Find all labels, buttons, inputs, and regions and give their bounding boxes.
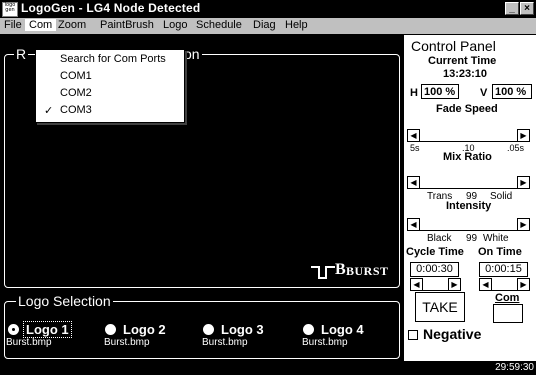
logo-1-file: Burst.bmp — [6, 337, 52, 348]
radio-icon — [105, 324, 116, 335]
slider-track — [492, 290, 517, 291]
logo-selection-title: Logo Selection — [16, 293, 113, 309]
cycle-time-right-arrow-icon[interactable]: ▶ — [448, 278, 461, 291]
menu-logo[interactable]: Logo — [163, 19, 187, 31]
negative-checkbox[interactable] — [408, 330, 418, 340]
cycle-time-spinner[interactable]: ◀ ▶ — [410, 278, 461, 291]
on-time-spinner[interactable]: ◀ ▶ — [479, 278, 530, 291]
slider-track — [423, 290, 448, 291]
mix-ratio-left-arrow-icon[interactable]: ◀ — [407, 176, 420, 189]
menu-item-search-com-ports[interactable]: Search for Com Ports — [60, 53, 166, 65]
current-time-label: Current Time — [428, 55, 497, 67]
radio-icon — [203, 324, 214, 335]
com-label: Com — [495, 292, 520, 304]
logo-2-file: Burst.bmp — [104, 337, 150, 348]
mix-ratio-right-arrow-icon[interactable]: ▶ — [517, 176, 530, 189]
mix-ratio-label: Mix Ratio — [443, 151, 492, 163]
com-dropdown-menu: Search for Com Ports COM1 COM2 ✓ COM3 — [35, 49, 185, 123]
take-button[interactable]: TAKE — [415, 292, 465, 322]
fade-speed-tick-max: .05s — [507, 143, 525, 153]
menu-item-com1[interactable]: COM1 — [60, 70, 92, 82]
menu-schedule[interactable]: Schedule — [196, 19, 242, 31]
intensity-right-text: White — [483, 233, 509, 244]
intensity-slider[interactable]: ◀ ▶ — [407, 218, 530, 231]
control-panel-title: Control Panel — [411, 38, 496, 54]
menu-file[interactable]: File — [4, 19, 22, 31]
intensity-label: Intensity — [446, 200, 492, 212]
h-label: H — [410, 87, 418, 99]
window-title: LogoGen - LG4 Node Detected — [21, 1, 201, 15]
title-bar: logo gen LogoGen - LG4 Node Detected _ × — [0, 0, 536, 18]
v-value: 100 — [495, 86, 514, 98]
cycle-time-left-arrow-icon[interactable]: ◀ — [410, 278, 423, 291]
status-bar: 29:59:30 — [403, 361, 536, 375]
current-time-value: 13:23:10 — [443, 68, 488, 80]
negative-label: Negative — [423, 326, 482, 342]
on-time-field[interactable]: 0:00:15 — [479, 262, 528, 277]
logo-1-label: Logo 1 — [23, 321, 72, 338]
logo-4-label: Logo 4 — [321, 322, 364, 337]
menu-diag[interactable]: Diag — [253, 19, 276, 31]
com-indicator[interactable] — [493, 304, 523, 323]
h-value: 100 — [424, 86, 443, 98]
burst-logo-mark-icon — [311, 266, 335, 279]
v-unit: % — [516, 86, 527, 98]
minimize-button[interactable]: _ — [505, 2, 519, 15]
logo-3-file: Burst.bmp — [202, 337, 248, 348]
intensity-left-text: Black — [427, 233, 452, 244]
burst-logo-initial: B — [335, 261, 346, 278]
intensity-left-arrow-icon[interactable]: ◀ — [407, 218, 420, 231]
fade-speed-tick-min: 5s — [410, 143, 420, 153]
on-time-left-arrow-icon[interactable]: ◀ — [479, 278, 492, 291]
slider-track — [420, 188, 517, 189]
mix-ratio-slider[interactable]: ◀ ▶ — [407, 176, 530, 189]
status-clock: 29:59:30 — [495, 362, 534, 373]
cycle-time-field[interactable]: 0:00:30 — [410, 262, 459, 277]
burst-logo-text: BURST — [346, 264, 389, 278]
close-button[interactable]: × — [520, 2, 534, 15]
menu-paintbrush[interactable]: PaintBrush — [100, 19, 154, 31]
v-scale-field[interactable]: 100 % — [492, 84, 532, 99]
on-time-right-arrow-icon[interactable]: ▶ — [517, 278, 530, 291]
radio-selected-icon — [8, 324, 19, 335]
preview-title-left: R — [14, 46, 29, 62]
fade-speed-right-arrow-icon[interactable]: ▶ — [517, 129, 530, 142]
mix-ratio-right-text: Solid — [490, 191, 513, 202]
intensity-right-arrow-icon[interactable]: ▶ — [517, 218, 530, 231]
intensity-value: 99 — [466, 233, 478, 244]
fade-speed-slider[interactable]: ◀ ▶ — [407, 129, 530, 142]
menu-bar: File Com Zoom PaintBrush Logo Schedule D… — [0, 18, 536, 35]
h-unit: % — [445, 86, 456, 98]
radio-icon — [303, 324, 314, 335]
menu-item-com3[interactable]: COM3 — [60, 104, 92, 116]
app-icon[interactable]: logo gen — [2, 2, 18, 17]
on-time-label: On Time — [478, 246, 522, 258]
menu-item-com2[interactable]: COM2 — [60, 87, 92, 99]
cycle-time-label: Cycle Time — [406, 246, 464, 258]
menu-help[interactable]: Help — [285, 19, 308, 31]
fade-speed-label: Fade Speed — [436, 103, 498, 115]
menu-zoom[interactable]: Zoom — [58, 19, 86, 31]
v-label: V — [480, 87, 488, 99]
checkmark-icon: ✓ — [44, 105, 54, 117]
logo-3-label: Logo 3 — [221, 322, 264, 337]
logo-4-file: Burst.bmp — [302, 337, 348, 348]
slider-track — [420, 230, 517, 231]
menu-com[interactable]: Com — [25, 19, 57, 31]
slider-track — [420, 141, 517, 142]
h-scale-field[interactable]: 100 % — [421, 84, 459, 99]
logo-2-label: Logo 2 — [123, 322, 166, 337]
fade-speed-left-arrow-icon[interactable]: ◀ — [407, 129, 420, 142]
